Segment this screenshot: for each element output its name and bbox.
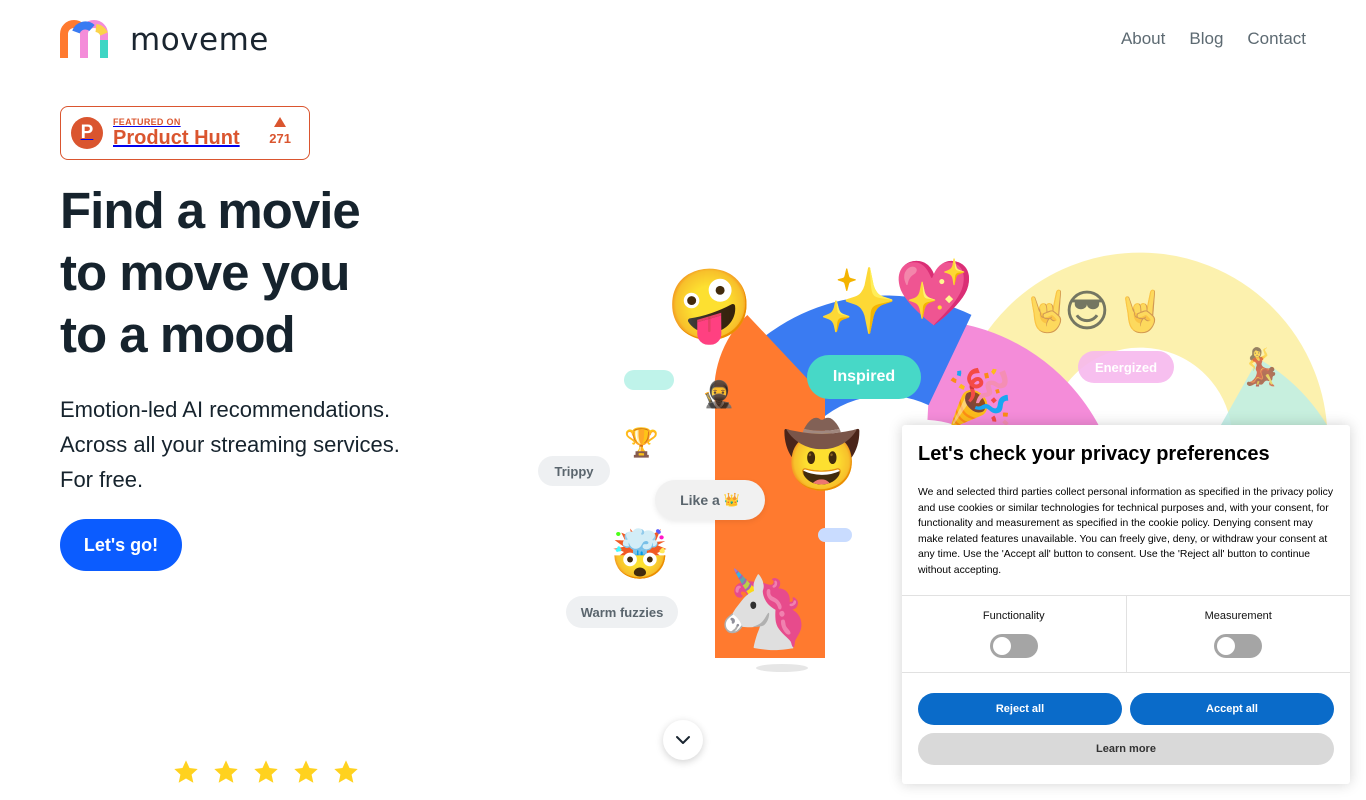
- cookie-consent-dialog: Let's check your privacy preferences We …: [902, 425, 1350, 784]
- product-hunt-badge[interactable]: P FEATURED ON Product Hunt 271: [60, 106, 310, 160]
- crown-icon: 👑: [723, 492, 740, 507]
- learn-more-button[interactable]: Learn more: [918, 733, 1334, 765]
- mood-chip-faded: [624, 370, 674, 390]
- hero-title-line: Find a movie: [60, 182, 361, 239]
- mood-chip-like-a-label: Like a: [680, 492, 720, 508]
- product-hunt-name: Product Hunt: [113, 127, 240, 149]
- star-rating: [172, 758, 360, 786]
- toggle-knob: [1217, 637, 1236, 655]
- sparkles-icon: ✨: [818, 265, 898, 339]
- zany-face-icon: 🤪: [666, 264, 754, 346]
- cookie-options: Functionality Measurement: [902, 595, 1350, 673]
- toggle-knob: [992, 637, 1011, 655]
- star-icon: [214, 760, 238, 783]
- cookie-option-label: Functionality: [982, 610, 1045, 622]
- hero-subtitle-line: Emotion-led AI recommendations.: [60, 397, 391, 422]
- product-hunt-vote-count: 271: [269, 131, 291, 146]
- mood-chip-faded: [818, 528, 852, 542]
- hero-title: Find a movie to move you to a mood: [60, 180, 361, 366]
- functionality-toggle[interactable]: [989, 634, 1038, 658]
- cookie-button-row: Reject all Accept all: [918, 693, 1334, 725]
- hero-title-line: to a mood: [60, 306, 296, 363]
- main-nav: About Blog Contact: [1121, 29, 1306, 49]
- scroll-down-button[interactable]: [663, 720, 703, 760]
- reject-all-button[interactable]: Reject all: [918, 693, 1122, 725]
- nav-about[interactable]: About: [1121, 29, 1165, 49]
- trophy-icon: 🏆: [624, 426, 659, 459]
- mood-chip-energized: Energized: [1078, 351, 1174, 383]
- chevron-down-icon: [676, 736, 690, 744]
- hero-subtitle-line: Across all your streaming services.: [60, 432, 400, 457]
- star-icon: [254, 760, 278, 783]
- star-icon: [334, 760, 358, 783]
- party-popper-icon: 🎉: [946, 366, 1014, 429]
- hero-subtitle: Emotion-led AI recommendations. Across a…: [60, 392, 400, 497]
- ninja-icon: 🥷: [702, 380, 735, 410]
- unicorn-icon: 🦄: [716, 564, 811, 653]
- mood-chip-inspired: Inspired: [807, 355, 921, 399]
- mood-chip-like-a: Like a 👑: [655, 480, 765, 520]
- heart-icon: 💖: [894, 257, 974, 331]
- hero-subtitle-line: For free.: [60, 467, 144, 492]
- accept-all-button[interactable]: Accept all: [1130, 693, 1334, 725]
- rock-hand-icon: 🤘: [1116, 289, 1166, 335]
- mood-chip-warm-fuzzies: Warm fuzzies: [566, 596, 678, 628]
- nav-blog[interactable]: Blog: [1189, 29, 1223, 49]
- lets-go-button[interactable]: Let's go!: [60, 519, 182, 571]
- product-hunt-votes: 271: [269, 117, 291, 146]
- dancer-icon: 💃: [1238, 347, 1283, 388]
- moveme-logo-icon: [60, 20, 108, 58]
- measurement-toggle[interactable]: [1214, 634, 1263, 658]
- cookie-body-text: We and selected third parties collect pe…: [918, 487, 1334, 576]
- logo-text: moveme: [130, 22, 269, 58]
- product-hunt-text: FEATURED ON Product Hunt: [113, 117, 240, 149]
- cookie-option-label: Measurement: [1204, 610, 1272, 622]
- nav-contact[interactable]: Contact: [1247, 29, 1306, 49]
- cookie-option-functionality: Functionality: [902, 596, 1126, 672]
- star-icon: [174, 760, 198, 783]
- logo[interactable]: moveme: [60, 20, 269, 60]
- exploding-head-icon: 🤯: [610, 527, 670, 583]
- cowboy-face-icon: 🤠: [782, 419, 862, 493]
- star-icon: [294, 760, 318, 783]
- cookie-title: Let's check your privacy preferences: [918, 443, 1270, 465]
- product-hunt-featured-label: FEATURED ON: [113, 117, 181, 127]
- mood-chip-trippy: Trippy: [538, 456, 610, 486]
- cookie-option-measurement: Measurement: [1125, 596, 1351, 672]
- cool-face-icon: 😎: [1064, 286, 1110, 337]
- upvote-triangle-icon: [274, 117, 287, 127]
- hero-title-line: to move you: [60, 244, 350, 301]
- product-hunt-icon: P: [71, 117, 103, 149]
